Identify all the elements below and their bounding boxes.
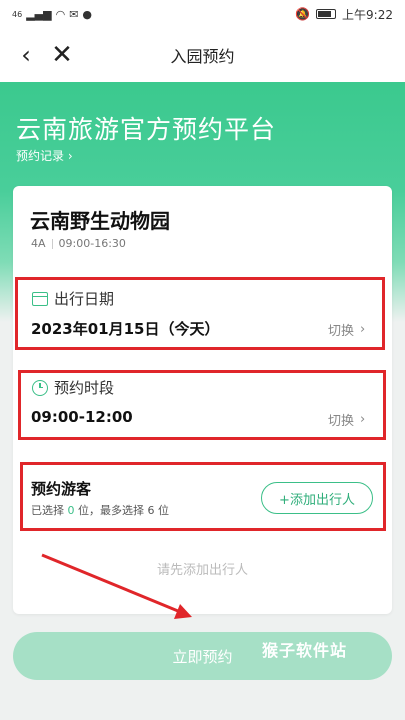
status-right: 🔕 上午9:22 xyxy=(295,6,393,23)
clock: 上午9:22 xyxy=(342,7,393,22)
guests-title: 预约游客 xyxy=(31,480,92,498)
date-switch[interactable]: 切换 › xyxy=(328,320,365,339)
meta-divider xyxy=(51,238,53,249)
add-traveler-button[interactable]: +添加出行人 xyxy=(261,482,373,514)
calendar-icon xyxy=(32,291,48,306)
hero-title: 云南旅游官方预约平台 xyxy=(16,115,277,144)
time-value: 09:00-12:00 xyxy=(31,408,133,426)
time-switch-label: 切换 xyxy=(328,414,355,429)
signal-bars-icon: ▂▄▆ xyxy=(26,7,52,21)
chevron-right-icon: › xyxy=(360,412,366,427)
guests-selected-count: 0 xyxy=(67,504,75,517)
park-meta: 4A 09:00-16:30 xyxy=(31,237,126,250)
nav-bar: ‹ ✕ 入园预约 xyxy=(0,28,405,82)
park-level: 4A xyxy=(31,237,46,250)
close-icon[interactable]: ✕ xyxy=(42,28,82,82)
battery-icon xyxy=(316,9,337,19)
guests-selected-info: 已选择 0 位，最多选择 6 位 xyxy=(31,502,169,518)
time-label-row: 预约时段 xyxy=(32,377,114,398)
watermark-text: 猴子软件站 xyxy=(262,641,348,660)
date-switch-label: 切换 xyxy=(328,324,355,339)
mute-icon: 🔕 xyxy=(295,7,311,21)
guests-max-count: 6 xyxy=(147,504,155,517)
date-label-row: 出行日期 xyxy=(32,288,114,309)
time-label: 预约时段 xyxy=(54,379,115,397)
park-hours: 09:00-16:30 xyxy=(58,237,126,250)
status-bar: 46 ▂▄▆ ◠ ✉ ● 🔕 上午9:22 xyxy=(0,0,405,28)
guests-info-mid: 位，最多选择 xyxy=(74,504,148,517)
booking-records-link[interactable]: 预约记录 › xyxy=(16,147,73,164)
chevron-right-icon: › xyxy=(360,322,366,337)
clock-icon xyxy=(32,379,48,396)
guests-info-suffix: 位 xyxy=(154,504,169,517)
back-icon[interactable]: ‹ xyxy=(6,28,46,82)
park-name: 云南野生动物园 xyxy=(30,209,170,233)
status-left: 46 ▂▄▆ ◠ ✉ ● xyxy=(12,8,92,21)
guests-info-prefix: 已选择 xyxy=(31,504,68,517)
mail-icon: ✉ xyxy=(69,7,79,21)
add-traveler-hint: 请先添加出行人 xyxy=(156,563,248,578)
time-switch[interactable]: 切换 › xyxy=(328,410,365,429)
wechat-icon: ● xyxy=(82,7,93,21)
date-label: 出行日期 xyxy=(54,290,115,308)
signal-icon: 46 xyxy=(12,9,23,19)
date-value: 2023年01月15日（今天） xyxy=(31,320,220,338)
wifi-icon: ◠ xyxy=(55,7,66,21)
